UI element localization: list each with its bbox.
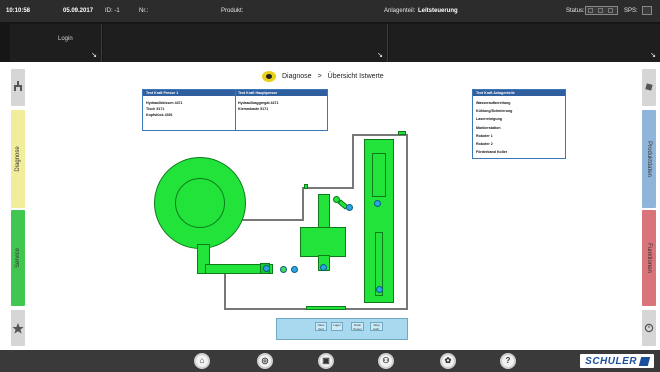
anlagenteil-value: Leitsteuerung [418, 8, 458, 14]
presse-values-table: Text Kraft Presse 1 Text Kraft Hauptpres… [142, 89, 328, 131]
anlagenteile-table: Text Kraft Anlagenteile Wasseraufbereitu… [472, 89, 566, 159]
side-tab-favorites[interactable] [11, 310, 25, 346]
conveyor-belt[interactable]: Nass Gurt Lager Drain Power Weg Aufn. [276, 318, 408, 340]
fence-line [352, 134, 354, 188]
login-label: Login [58, 36, 73, 42]
camera-icon[interactable]: ▣ [318, 353, 334, 369]
sensor-indicator[interactable] [346, 204, 353, 211]
table-row: Kopfstück 4391 [146, 113, 173, 117]
gate-marker [306, 306, 346, 310]
list-item[interactable]: Wasseraufbereitung [476, 99, 562, 107]
conveyor-cell: Weg Aufn. [370, 322, 383, 331]
presse-col-2: Hydraulikaggregat 4471 Klemmkaste 5171 [235, 96, 327, 130]
info-panel: ↘ [103, 24, 388, 62]
conveyor-cell: Lager [331, 322, 343, 331]
produktdaten-label: Produktdaten [646, 141, 652, 177]
sensor-indicator[interactable] [291, 266, 298, 273]
fence-line [236, 219, 304, 221]
settings-icon[interactable]: ✿ [440, 353, 456, 369]
produkt-label: Produkt: [221, 8, 244, 14]
sensor-indicator[interactable] [320, 264, 327, 271]
station-slot [372, 153, 386, 197]
funktionen-label: Funktionen [646, 243, 652, 273]
fence-line [302, 187, 354, 189]
eye-icon [262, 70, 276, 82]
page-title: Übersicht Istwerte [327, 72, 384, 80]
header-panels: Login ↘ ↘ ↘ [0, 22, 660, 62]
app-window: 10:10:58 05.09.2017 ID: -1 Nr.: Produkt:… [0, 0, 660, 372]
list-item[interactable]: Roboter 2 [476, 140, 562, 148]
status-panel: ↘ [389, 24, 660, 62]
conveyor-cell: Nass Gurt [315, 322, 327, 331]
login-panel[interactable]: Login ↘ [10, 24, 102, 62]
fence-line [406, 134, 408, 310]
side-tab-overview[interactable] [11, 69, 25, 106]
side-tab-tools[interactable] [642, 69, 656, 106]
expand-arrow-icon: ↘ [650, 52, 656, 59]
side-tab-funktionen[interactable]: Funktionen [642, 210, 656, 306]
sps-label: SPS: [624, 8, 638, 14]
network-icon [14, 81, 22, 91]
side-tab-produktdaten[interactable]: Produktdaten [642, 110, 656, 208]
brand-name: SCHULER [585, 355, 637, 367]
list-item[interactable]: Laserreinigung [476, 115, 562, 123]
breadcrumb-separator: > [317, 72, 322, 80]
expand-arrow-icon: ↘ [377, 52, 383, 59]
network-icon[interactable]: ⚇ [378, 353, 394, 369]
help-icon[interactable]: ? [500, 353, 516, 369]
sensor-indicator[interactable] [280, 266, 287, 273]
conveyor-cell: Drain Power [351, 322, 364, 331]
gate-marker [398, 131, 406, 135]
side-tab-diagnose[interactable]: Diagnose [11, 110, 25, 208]
star-icon [12, 323, 24, 334]
bottom-toolbar: ⌂ ◎ ▣ ⚇ ✿ ? SCHULER [0, 350, 660, 372]
robot-column [318, 194, 330, 230]
sensor-indicator[interactable] [376, 286, 383, 293]
service-label: Service [15, 247, 21, 269]
expand-arrow-icon: ↘ [91, 52, 97, 59]
press-drum-inner [175, 178, 225, 228]
table-row: Klemmkaste 5171 [238, 107, 269, 111]
side-tab-history[interactable] [642, 310, 656, 346]
diagnose-label: Diagnose [15, 146, 21, 172]
status-indicator [585, 6, 618, 15]
sensor-indicator[interactable] [374, 200, 381, 207]
list-item[interactable]: Markierstation [476, 124, 562, 132]
globe-icon[interactable]: ◎ [257, 353, 273, 369]
anlagenteil-label: Anlagenteil: [384, 8, 416, 14]
gate-marker [304, 184, 308, 189]
side-tab-service[interactable]: Service [11, 210, 25, 306]
fence-line [302, 187, 304, 220]
status-bar: 10:10:58 05.09.2017 ID: -1 Nr.: Produkt:… [0, 0, 660, 22]
list-item[interactable]: Förderband Koller [476, 148, 562, 156]
breadcrumb: Diagnose > Übersicht Istwerte [262, 69, 384, 83]
list-item[interactable]: Roboter 1 [476, 132, 562, 140]
id-label: ID: -1 [105, 8, 120, 14]
breadcrumb-section[interactable]: Diagnose [282, 73, 312, 80]
presse-col-1: Hydraulikkissen 4471 Tisch 5171 Kopfstüc… [143, 96, 235, 130]
robot-base[interactable] [300, 227, 346, 257]
home-icon[interactable]: ⌂ [194, 353, 210, 369]
date: 05.09.2017 [63, 8, 94, 14]
anlagenteile-list: Wasseraufbereitung Kühlung/Schmierung La… [473, 96, 565, 158]
clock-time: 10:10:58 [6, 8, 31, 14]
brand-mark-icon [638, 356, 651, 366]
schuler-logo: SCHULER [580, 354, 654, 368]
status-label: Status: [566, 8, 585, 14]
sensor-indicator[interactable] [263, 265, 270, 272]
nr-label: Nr.: [139, 8, 149, 14]
sps-indicator [642, 6, 652, 15]
history-icon [644, 323, 654, 333]
fence-line [224, 272, 226, 310]
tools-icon [645, 83, 653, 91]
list-item[interactable]: Kühlung/Schmierung [476, 107, 562, 115]
